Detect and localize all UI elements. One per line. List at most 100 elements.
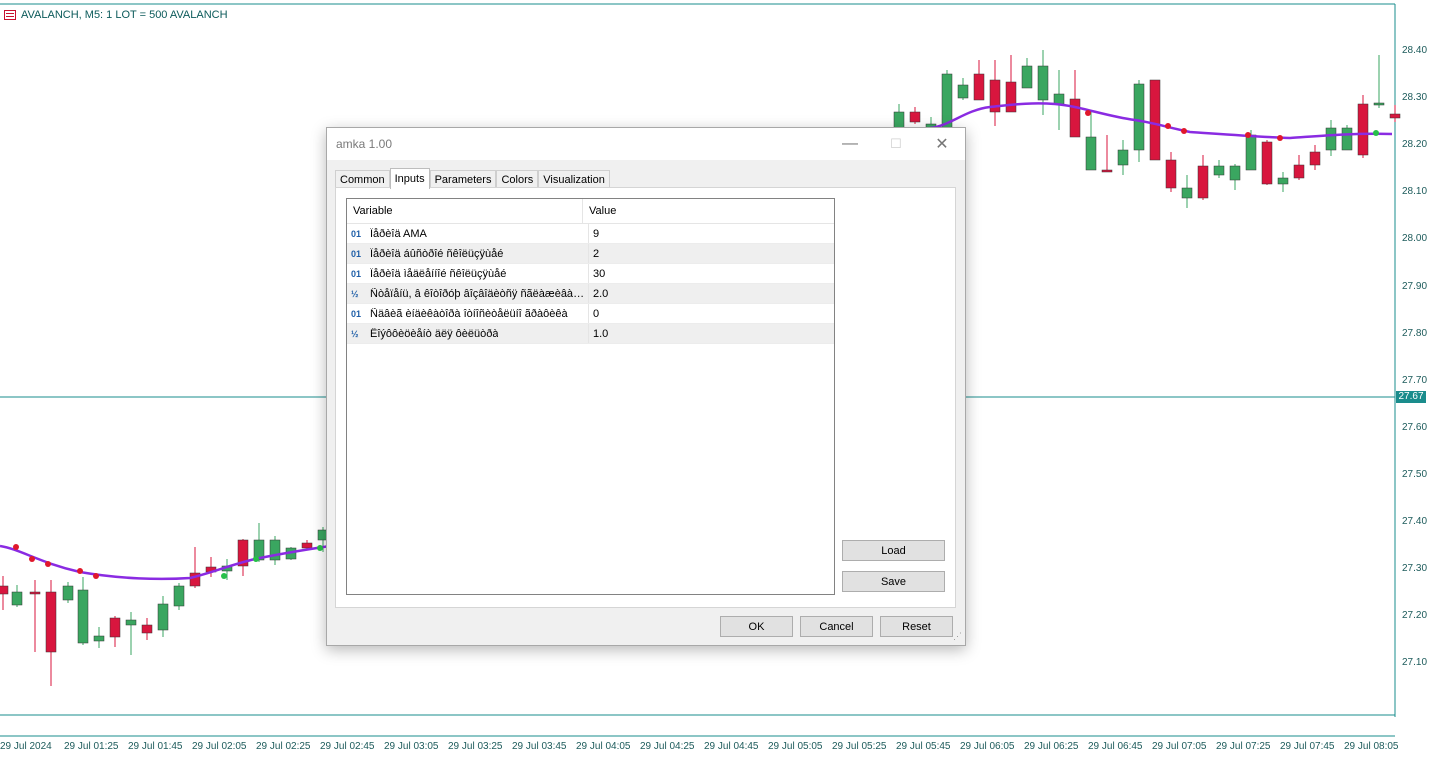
tab-inputs[interactable]: Inputs [389, 168, 430, 189]
candle-body [11, 591, 23, 606]
candle-body [1245, 134, 1257, 171]
time-label: 29 Jul 08:05 [1344, 741, 1399, 752]
ama-signal-dot [45, 561, 51, 567]
candle-body [1021, 65, 1033, 89]
candle-body [1149, 79, 1161, 161]
variable-cell[interactable]: ½ Êîýôôèöèåíò äëÿ ôèëüòðà [347, 324, 589, 343]
candle-body [1117, 149, 1129, 166]
time-label: 29 Jul 06:05 [960, 741, 1015, 752]
table-row[interactable]: ½ Êîýôôèöèåíò äëÿ ôèëüòðà 1.0 [347, 324, 834, 344]
variable-cell[interactable]: ½ Ñòåïåíü, â êîòîðóþ âîçâîäèòñÿ ñãëàæèâàþ… [347, 284, 589, 303]
price-label: 28.10 [1402, 186, 1428, 198]
column-header-variable[interactable]: Variable [347, 199, 583, 223]
resize-grip-icon[interactable]: ⋰ [953, 631, 962, 642]
chart-title-text: AVALANCH, M5: 1 LOT = 500 AVALANCH [21, 9, 228, 21]
value-cell[interactable]: 1.0 [589, 324, 608, 343]
candle-body [173, 585, 185, 607]
save-button[interactable]: Save [842, 571, 945, 592]
time-label: 29 Jul 05:05 [768, 741, 823, 752]
candle-body [1165, 159, 1177, 189]
variable-name: Ïåðèîä ìåäëåííîé ñêîëüçÿùåé [370, 267, 507, 280]
candle-body [1229, 165, 1241, 181]
variable-cell[interactable]: 01 Ïåðèîä áûñòðîé ñêîëüçÿùåé [347, 244, 589, 263]
candle-body [1181, 187, 1193, 199]
time-label: 29 Jul 07:45 [1280, 741, 1335, 752]
chart-symbol-icon [4, 10, 16, 20]
dialog-titlebar[interactable]: amka 1.00 — ☐ ✕ [327, 128, 965, 160]
time-label: 29 Jul 07:25 [1216, 741, 1271, 752]
variable-cell[interactable]: 01 Ñäâèã èíäèêàòîðà îòíîñèòåëüíî ãðàôèêà [347, 304, 589, 323]
cancel-button[interactable]: Cancel [800, 616, 873, 637]
candle-body [1261, 141, 1273, 185]
table-row[interactable]: 01 Ïåðèîä áûñòðîé ñêîëüçÿùåé 2 [347, 244, 834, 264]
ama-signal-dot [1245, 132, 1251, 138]
candle-body [45, 591, 57, 653]
candle-body [1277, 177, 1289, 185]
variable-cell[interactable]: 01 Ïåðèîä AMA [347, 224, 589, 243]
ama-signal-dot [1165, 123, 1171, 129]
candle-body [1357, 103, 1369, 156]
value-cell[interactable]: 30 [589, 264, 605, 283]
time-label: 29 Jul 04:05 [576, 741, 631, 752]
candle-body [1341, 127, 1353, 151]
time-label: 29 Jul 02:05 [192, 741, 247, 752]
table-row[interactable]: 01 Ïåðèîä ìåäëåííîé ñêîëüçÿùåé 30 [347, 264, 834, 284]
candle-body [125, 619, 137, 626]
candle-body [1053, 93, 1065, 105]
table-row[interactable]: 01 Ñäâèã èíäèêàòîðà îòíîñèòåëüíî ãðàôèêà 0 [347, 304, 834, 324]
price-label: 27.80 [1402, 327, 1428, 339]
time-label: 29 Jul 03:45 [512, 741, 567, 752]
candle-body [893, 111, 905, 129]
load-button[interactable]: Load [842, 540, 945, 561]
reset-button[interactable]: Reset [880, 616, 953, 637]
candle-body [1309, 151, 1321, 166]
ama-signal-dot [221, 573, 227, 579]
candle-body [301, 542, 313, 549]
time-label: 29 Jul 03:25 [448, 741, 503, 752]
integer-type-icon: 01 [351, 228, 362, 239]
value-cell[interactable]: 9 [589, 224, 599, 243]
time-label: 29 Jul 01:45 [128, 741, 183, 752]
ama-signal-dot [1181, 128, 1187, 134]
minimize-icon[interactable]: — [827, 128, 873, 160]
time-label: 29 Jul 06:45 [1088, 741, 1143, 752]
price-label: 27.70 [1402, 374, 1428, 386]
chart-title: AVALANCH, M5: 1 LOT = 500 AVALANCH [4, 8, 228, 22]
ama-signal-dot [1277, 135, 1283, 141]
integer-type-icon: 01 [351, 268, 362, 279]
time-label: 29 Jul 01:25 [64, 741, 119, 752]
ama-signal-dot [1085, 110, 1091, 116]
time-label: 29 Jul 02:45 [320, 741, 375, 752]
time-label: 29 Jul 05:25 [832, 741, 887, 752]
ama-signal-dot [29, 556, 35, 562]
price-label: 28.30 [1402, 92, 1428, 104]
candle-body [109, 617, 121, 638]
close-icon[interactable]: ✕ [919, 128, 965, 160]
variable-cell[interactable]: 01 Ïåðèîä ìåäëåííîé ñêîëüçÿùåé [347, 264, 589, 283]
candle-body [93, 635, 105, 642]
table-row[interactable]: 01 Ïåðèîä AMA 9 [347, 224, 834, 244]
candle-body [1069, 98, 1081, 138]
candle-body [29, 591, 41, 595]
candle-body [957, 84, 969, 99]
table-row[interactable]: ½ Ñòåïåíü, â êîòîðóþ âîçâîäèòñÿ ñãëàæèâàþ… [347, 284, 834, 304]
value-cell[interactable]: 2 [589, 244, 599, 263]
column-header-value[interactable]: Value [583, 199, 616, 223]
candle-body [1085, 136, 1097, 171]
ok-button[interactable]: OK [720, 616, 793, 637]
time-label: 29 Jul 07:05 [1152, 741, 1207, 752]
candle-body [1005, 81, 1017, 113]
candle-body [1389, 113, 1401, 119]
price-label: 27.10 [1402, 657, 1428, 669]
value-cell[interactable]: 0 [589, 304, 599, 323]
variable-name: Ñäâèã èíäèêàòîðà îòíîñèòåëüíî ãðàôèêà [370, 307, 568, 320]
time-label: 29 Jul 2024 [0, 741, 52, 752]
price-label: 27.30 [1402, 563, 1428, 575]
value-cell[interactable]: 2.0 [589, 284, 608, 303]
candle-body [0, 585, 9, 595]
double-type-icon: ½ [351, 288, 359, 299]
candle-body [941, 73, 953, 129]
price-label: 27.40 [1402, 516, 1428, 527]
price-label: 27.50 [1402, 468, 1428, 480]
time-label: 29 Jul 04:45 [704, 741, 759, 752]
